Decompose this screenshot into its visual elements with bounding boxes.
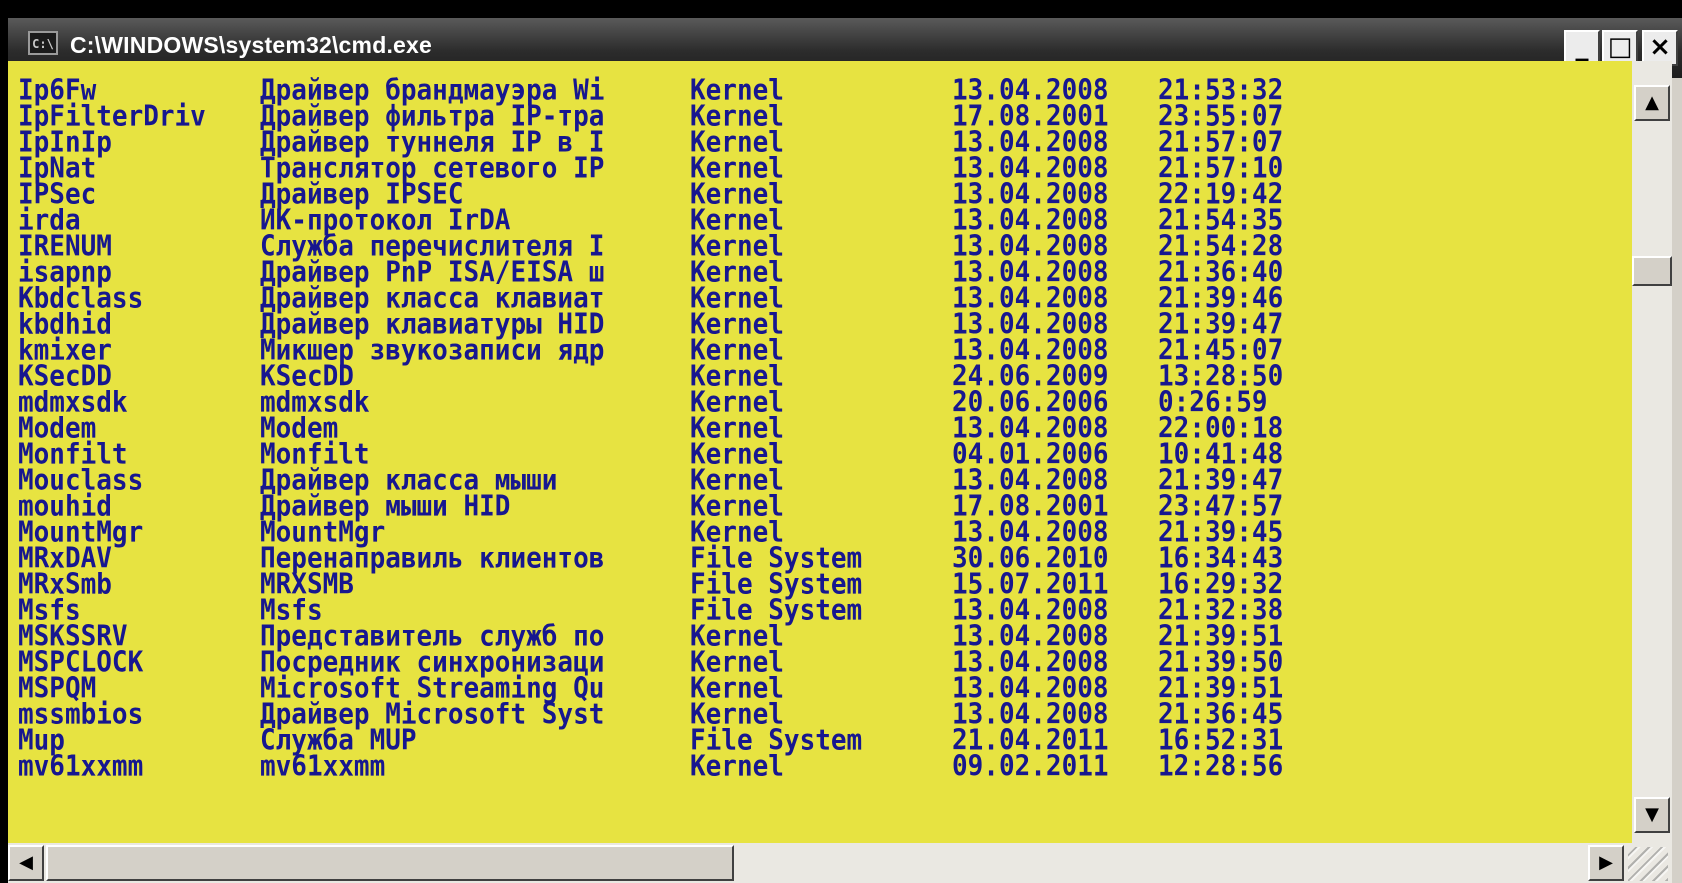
console-cell-type: Kernel — [690, 750, 784, 784]
resize-grip[interactable] — [1628, 847, 1668, 881]
scroll-down-button[interactable]: ▼ — [1634, 797, 1670, 833]
horizontal-scrollbar[interactable]: ◀ ▶ — [8, 843, 1672, 883]
scroll-left-button[interactable]: ◀ — [8, 845, 44, 881]
horizontal-scroll-thumb[interactable] — [46, 845, 734, 881]
console-cell-time: 12:28:56 — [1158, 750, 1284, 784]
console-cell-name: mv61xxmm — [18, 750, 144, 784]
vertical-scroll-thumb[interactable] — [1632, 256, 1672, 286]
scroll-up-button[interactable]: ▲ — [1634, 85, 1670, 121]
window-title: C:\WINDOWS\system32\cmd.exe — [70, 32, 433, 58]
vertical-scrollbar[interactable]: ▲ ▼ — [1632, 61, 1672, 843]
cmd-console-icon[interactable]: C:\ — [28, 31, 58, 55]
console-cell-date: 09.02.2011 — [952, 750, 1109, 784]
console-output[interactable]: Ip6Fw Драйвер брандмауэра Wi Kernel 13.04.2… — [8, 61, 1632, 843]
console-cell-desc: mv61xxmm — [260, 750, 386, 784]
scroll-right-button[interactable]: ▶ — [1588, 845, 1624, 881]
